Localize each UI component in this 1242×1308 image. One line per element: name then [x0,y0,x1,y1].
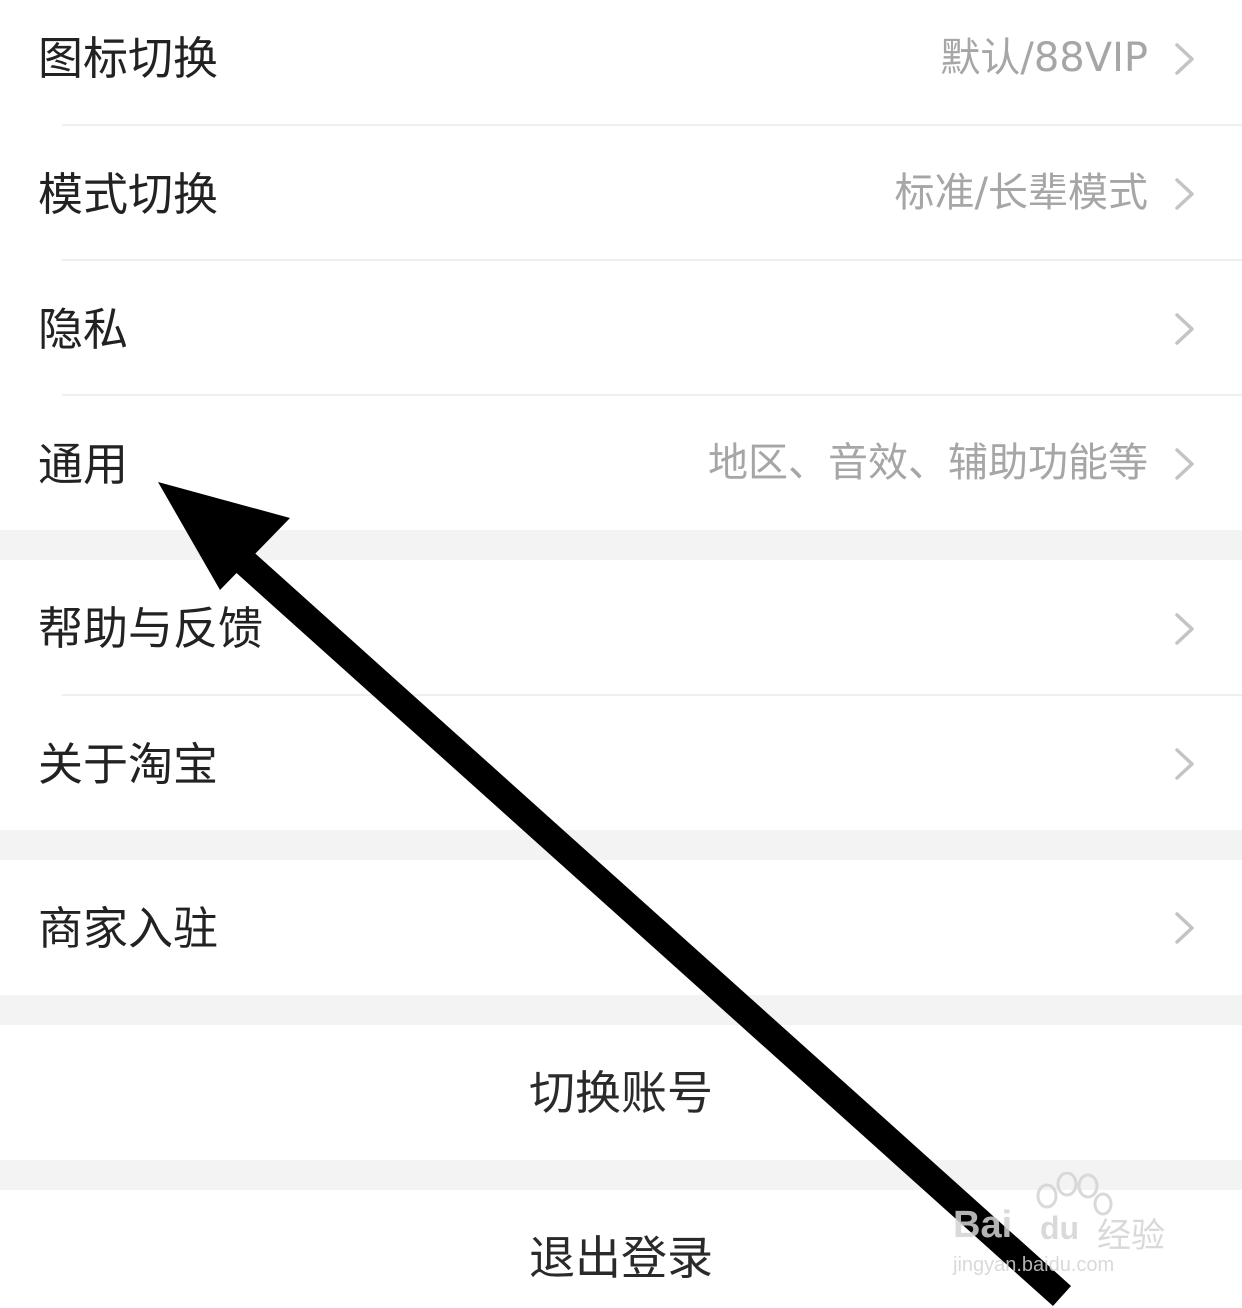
settings-item-value: 地区、音效、辅助功能等 [708,440,1148,486]
settings-item-mode-switch[interactable]: 模式切换 标准/长辈模式 [0,126,1242,259]
settings-item-label: 通用 [38,438,129,491]
settings-item-merchant-join[interactable]: 商家入驻 [0,860,1242,995]
settings-item-value: 标准/长辈模式 [894,170,1148,216]
chevron-right-icon [1175,313,1194,345]
section-gap [0,995,1242,1025]
section-gap [0,1160,1242,1190]
settings-item-icon-switch[interactable]: 图标切换 默认/88VIP [0,0,1242,124]
settings-item-label: 帮助与反馈 [38,602,264,655]
logout-button[interactable]: 退出登录 [0,1190,1242,1308]
chevron-right-icon [1175,43,1194,75]
settings-item-label: 隐私 [38,303,129,356]
section-gap [0,830,1242,860]
settings-item-general[interactable]: 通用 地区、音效、辅助功能等 [0,396,1242,530]
logout-label: 退出登录 [529,1231,713,1285]
settings-item-label: 关于淘宝 [38,738,219,791]
settings-item-label: 图标切换 [38,32,219,85]
settings-item-privacy[interactable]: 隐私 [0,261,1242,394]
chevron-right-icon [1175,912,1194,944]
settings-item-label: 商家入驻 [38,902,219,955]
chevron-right-icon [1175,748,1194,780]
settings-item-about[interactable]: 关于淘宝 [0,696,1242,830]
section-gap [0,530,1242,560]
settings-item-value: 默认/88VIP [940,35,1148,81]
chevron-right-icon [1175,448,1194,480]
switch-account-button[interactable]: 切换账号 [0,1025,1242,1160]
settings-item-label: 模式切换 [38,168,219,221]
chevron-right-icon [1175,613,1194,645]
settings-screen: 图标切换 默认/88VIP 模式切换 标准/长辈模式 隐私 通用 地区、音效、辅… [0,0,1242,1308]
settings-item-help-feedback[interactable]: 帮助与反馈 [0,560,1242,694]
chevron-right-icon [1175,178,1194,210]
switch-account-label: 切换账号 [529,1066,713,1120]
